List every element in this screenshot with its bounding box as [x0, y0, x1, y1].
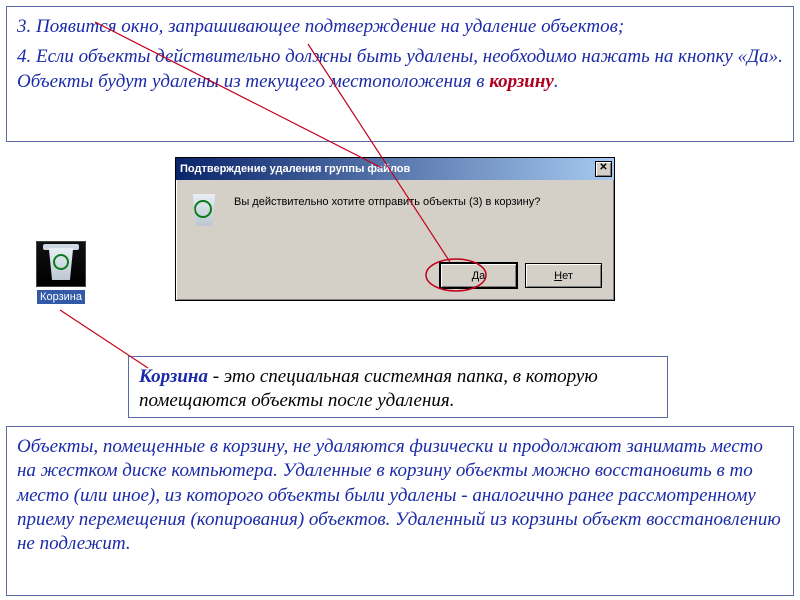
dialog-message: Вы действительно хотите отправить объект… [234, 194, 540, 208]
korzina-term: Корзина [139, 366, 208, 387]
step-3-text: 3. Появится окно, запрашивающее подтверж… [17, 15, 783, 39]
close-icon: ✕ [599, 162, 607, 173]
no-rest: ет [562, 270, 573, 282]
no-underline: Н [554, 270, 562, 282]
step-4-korzinu: корзину [489, 71, 554, 92]
recycle-bin-label: Корзина [37, 290, 85, 304]
korzina-definition: - это специальная системная папка, в кот… [139, 366, 598, 411]
footer-explanation-box: Объекты, помещенные в корзину, не удаляю… [6, 426, 794, 596]
dialog-content: Вы действительно хотите отправить объект… [176, 180, 614, 230]
step-4-part-a: 4. Если объекты действительно должны быт… [17, 46, 783, 91]
recycle-bin-desktop-icon[interactable]: Корзина [30, 241, 92, 305]
close-button[interactable]: ✕ [595, 161, 612, 177]
dialog-titlebar[interactable]: Подтверждение удаления группы файлов ✕ [176, 158, 614, 180]
footer-text: Объекты, помещенные в корзину, не удаляю… [17, 436, 781, 554]
step-4-dot: . [554, 71, 559, 92]
instruction-box-top: 3. Появится окно, запрашивающее подтверж… [6, 6, 794, 142]
korzina-definition-box: Корзина - это специальная системная папк… [128, 356, 668, 418]
dialog-title: Подтверждение удаления группы файлов [180, 163, 410, 175]
yes-button[interactable]: Да [440, 263, 517, 288]
yes-rest: а [479, 270, 485, 282]
no-button[interactable]: Нет [525, 263, 602, 288]
step-4-text: 4. Если объекты действительно должны быт… [17, 45, 783, 94]
recycle-bin-icon [188, 194, 220, 226]
recycle-bin-icon [36, 241, 86, 287]
confirm-delete-dialog: Подтверждение удаления группы файлов ✕ В… [175, 157, 615, 301]
dialog-buttons: Да Нет [440, 263, 602, 288]
